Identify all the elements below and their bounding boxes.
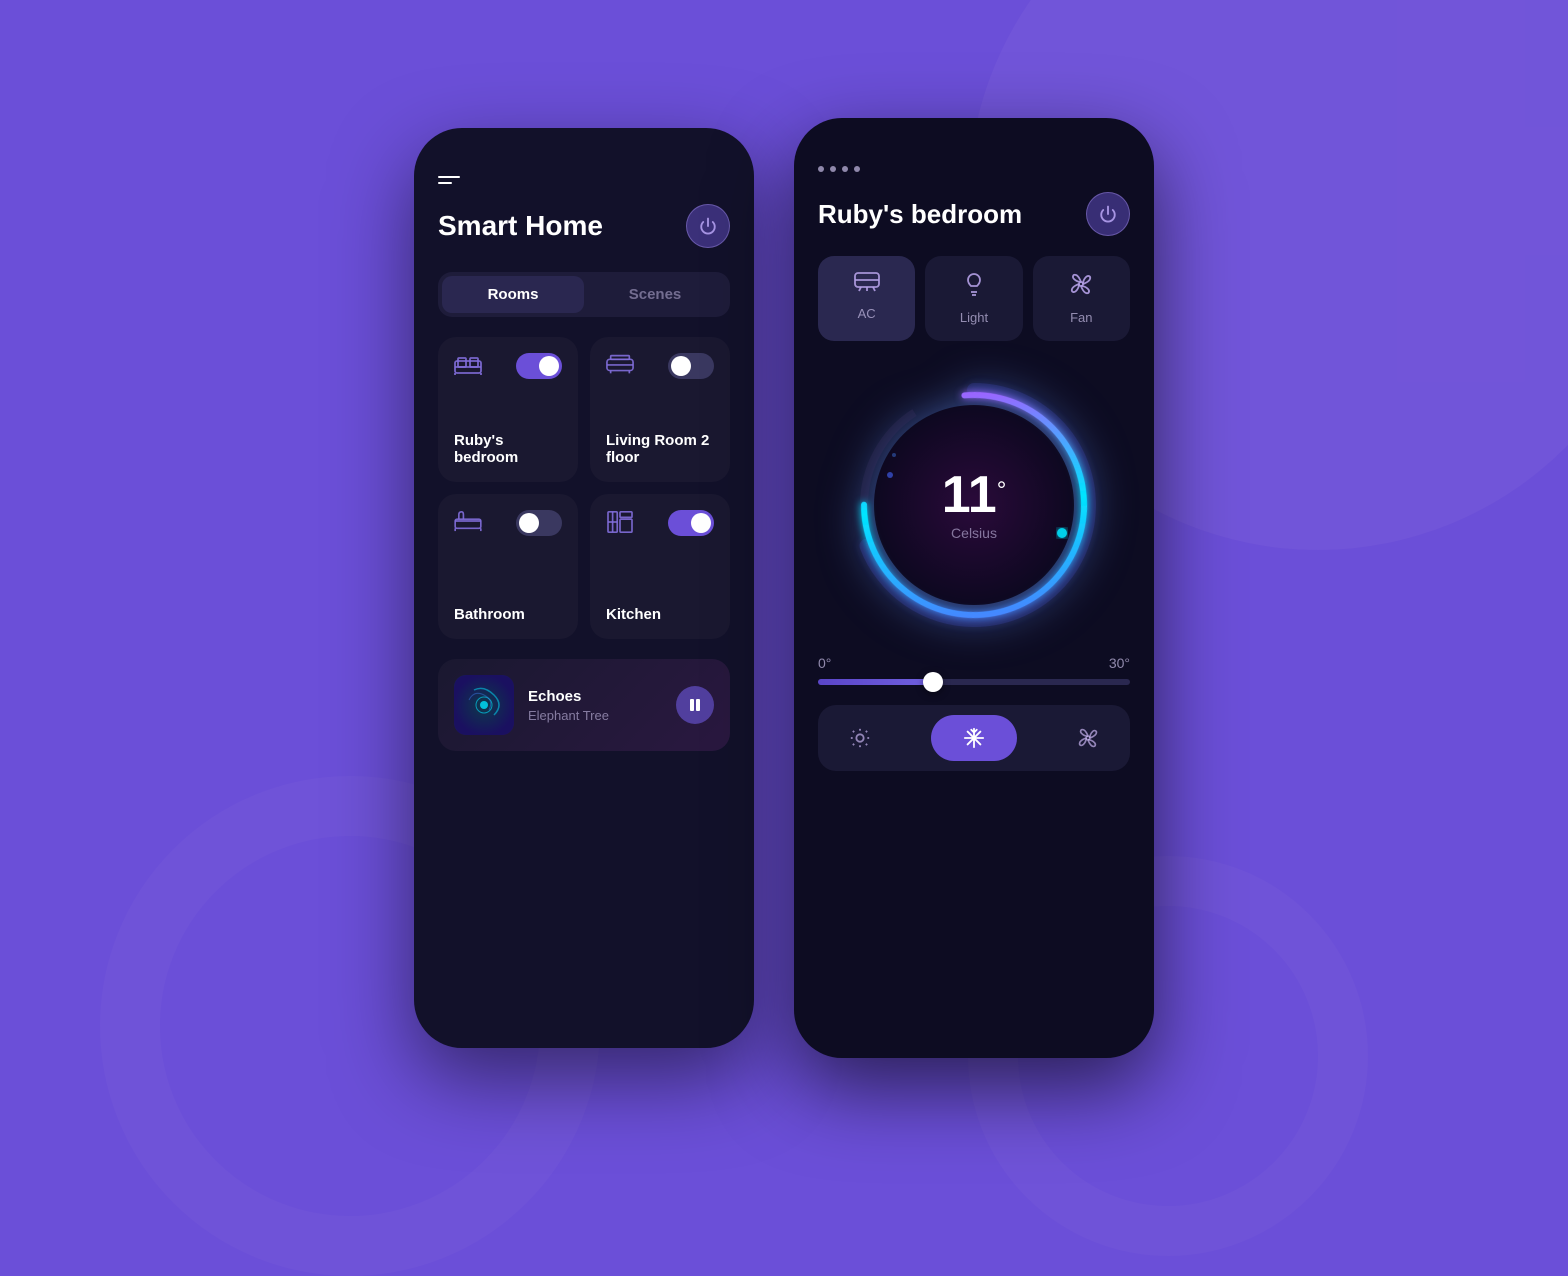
slider-labels: 0° 30°: [818, 655, 1130, 671]
slider-track[interactable]: [818, 679, 1130, 685]
room-card-kitchen[interactable]: Kitchen: [590, 494, 730, 639]
room-card-living[interactable]: Living Room 2 floor: [590, 337, 730, 482]
power-button-2[interactable]: [1086, 192, 1130, 236]
room-card-bathroom[interactable]: Bathroom: [438, 494, 578, 639]
living-room-icon: [606, 353, 634, 381]
slider-min: 0°: [818, 655, 831, 671]
slider-fill: [818, 679, 933, 685]
temperature-gauge: 11 ° Celsius: [818, 375, 1130, 635]
music-artist: Elephant Tree: [528, 708, 662, 723]
status-dots: [818, 166, 1130, 172]
phone1-header: Smart Home: [438, 204, 730, 248]
room-card-top-living: [606, 353, 714, 381]
app-title: Smart Home: [438, 210, 603, 242]
music-info: Echoes Elephant Tree: [528, 688, 662, 723]
toggle-knob-kitchen: [691, 513, 711, 533]
phone1: Smart Home Rooms Scenes: [414, 128, 754, 1048]
music-player[interactable]: Echoes Elephant Tree: [438, 659, 730, 751]
temperature-scale: Celsius: [951, 525, 997, 541]
slider-max: 30°: [1109, 655, 1130, 671]
pause-button[interactable]: [676, 686, 714, 724]
slider-thumb[interactable]: [923, 672, 943, 692]
toggle-kitchen[interactable]: [668, 510, 714, 536]
album-art: [454, 675, 514, 735]
gauge-center: 11 ° Celsius: [942, 469, 1007, 541]
dot-3: [842, 166, 848, 172]
phone2-header: Ruby's bedroom: [818, 192, 1130, 236]
kitchen-icon: [606, 510, 634, 540]
room-card-top-bathroom: [454, 510, 562, 538]
bedroom-icon: [454, 353, 482, 381]
phones-container: Smart Home Rooms Scenes: [414, 118, 1154, 1058]
dot-1: [818, 166, 824, 172]
mode-buttons: [818, 705, 1130, 771]
phone2: Ruby's bedroom: [794, 118, 1154, 1058]
menu-icon[interactable]: [438, 176, 730, 184]
device-tab-ac[interactable]: AC: [818, 256, 915, 341]
room-card-top-kitchen: [606, 510, 714, 540]
fan-label: Fan: [1070, 310, 1092, 325]
room-name-living: Living Room 2 floor: [606, 432, 714, 466]
room-title: Ruby's bedroom: [818, 199, 1022, 230]
fan-icon: [1069, 272, 1093, 302]
device-tabs: AC Light: [818, 256, 1130, 341]
light-label: Light: [960, 310, 988, 325]
room-card-top: [454, 353, 562, 381]
toggle-bathroom[interactable]: [516, 510, 562, 536]
mode-fan-button[interactable]: [1066, 716, 1110, 760]
temperature-slider: 0° 30°: [818, 655, 1130, 685]
toggle-living[interactable]: [668, 353, 714, 379]
music-title: Echoes: [528, 688, 662, 705]
device-tab-fan[interactable]: Fan: [1033, 256, 1130, 341]
menu-line-2: [438, 182, 452, 184]
mode-sun-button[interactable]: [838, 716, 882, 760]
toggle-knob-bathroom: [519, 513, 539, 533]
mode-snow-button[interactable]: [931, 715, 1017, 761]
device-tab-light[interactable]: Light: [925, 256, 1022, 341]
power-button[interactable]: [686, 204, 730, 248]
toggle-knob-bedroom: [539, 356, 559, 376]
degree-symbol: °: [997, 477, 1007, 505]
temperature-value: 11: [942, 469, 997, 521]
tab-scenes[interactable]: Scenes: [584, 276, 726, 313]
room-card-bedroom[interactable]: Ruby's bedroom: [438, 337, 578, 482]
tab-rooms[interactable]: Rooms: [442, 276, 584, 313]
room-name-bathroom: Bathroom: [454, 606, 562, 623]
ac-label: AC: [858, 306, 876, 321]
toggle-knob-living: [671, 356, 691, 376]
music-thumbnail: [454, 675, 514, 735]
room-name-kitchen: Kitchen: [606, 606, 714, 623]
menu-line-1: [438, 176, 460, 178]
dot-2: [830, 166, 836, 172]
bathroom-icon: [454, 510, 482, 538]
toggle-bedroom[interactable]: [516, 353, 562, 379]
light-icon: [964, 272, 984, 302]
ac-icon: [854, 272, 880, 298]
rooms-grid: Ruby's bedroom: [438, 337, 730, 639]
tabs-row: Rooms Scenes: [438, 272, 730, 317]
dot-4: [854, 166, 860, 172]
room-name-bedroom: Ruby's bedroom: [454, 432, 562, 466]
